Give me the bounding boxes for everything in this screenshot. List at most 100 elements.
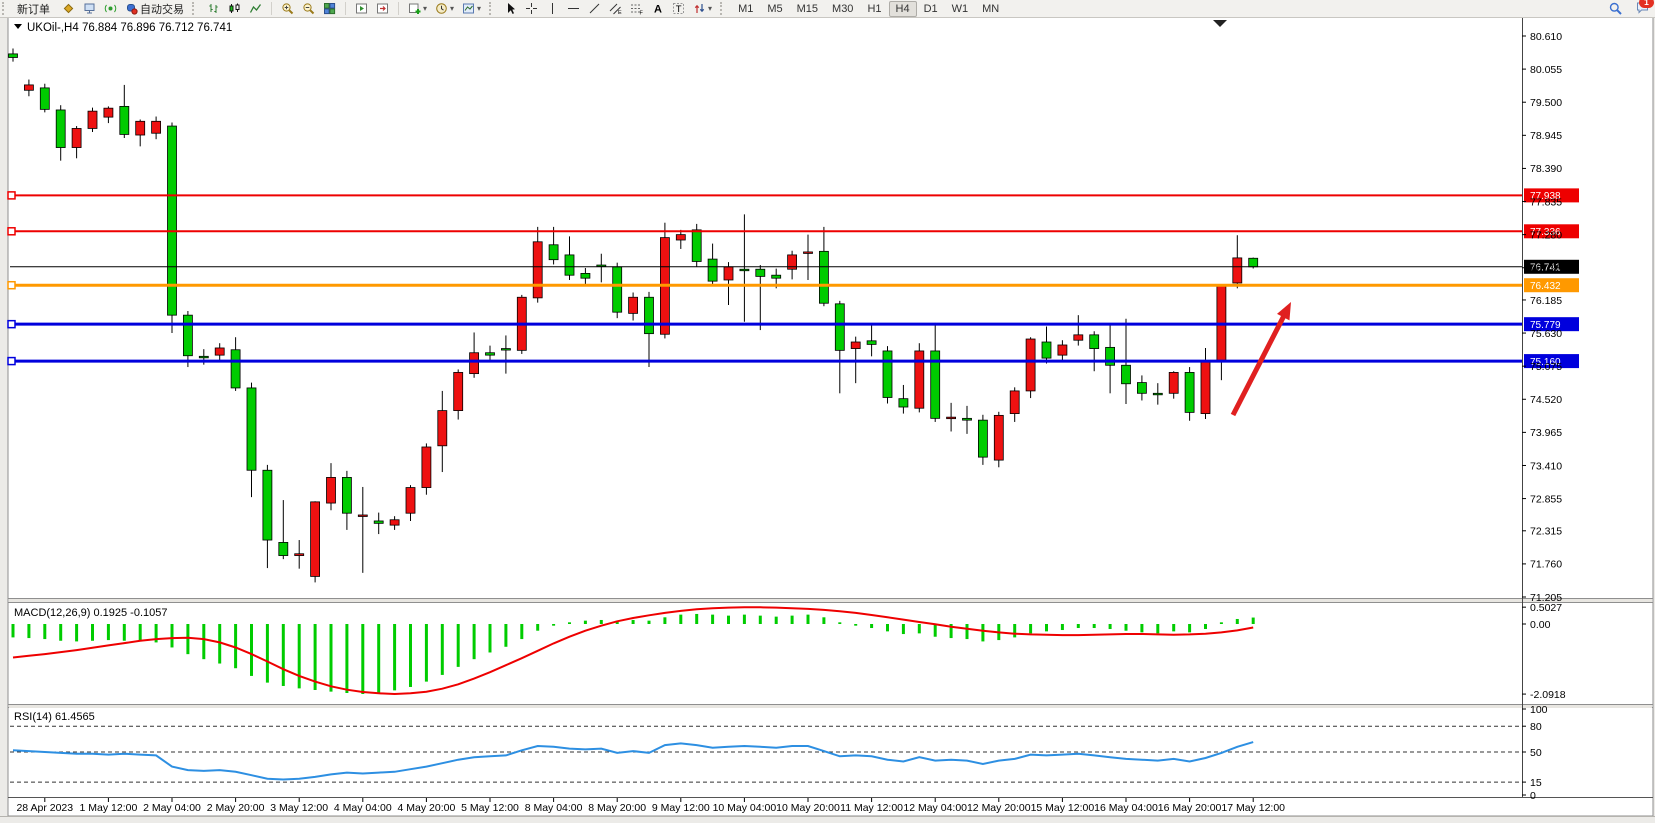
candle bbox=[978, 415, 987, 465]
price-tick-label: 80.610 bbox=[1530, 31, 1562, 43]
time-tick-label: 1 May 12:00 bbox=[80, 802, 138, 814]
signals-icon[interactable] bbox=[100, 0, 121, 17]
chart-title: UKOil-,H4 76.884 76.896 76.712 76.741 bbox=[27, 22, 232, 34]
time-tick-label: 2 May 04:00 bbox=[143, 802, 201, 814]
price-tick-label: 79.500 bbox=[1530, 97, 1562, 109]
price-tick-label: 73.965 bbox=[1530, 427, 1562, 439]
timeframe-w1-button[interactable]: W1 bbox=[945, 1, 976, 17]
terminal-icon[interactable] bbox=[79, 0, 100, 17]
rsi-tick-label: 0 bbox=[1530, 790, 1536, 802]
auto-trading-icon[interactable]: 自动交易 bbox=[121, 0, 188, 19]
price-tick-label: 80.055 bbox=[1530, 64, 1562, 76]
price-tick-label: 78.390 bbox=[1530, 163, 1562, 175]
candle bbox=[883, 346, 892, 403]
time-tick-label: 5 May 12:00 bbox=[461, 802, 519, 814]
candle bbox=[168, 122, 177, 333]
tile-windows-icon[interactable] bbox=[319, 0, 340, 17]
macd-tick-label: 0.00 bbox=[1530, 619, 1551, 631]
timeframe-m5-button[interactable]: M5 bbox=[760, 1, 789, 17]
price-tick-label: 72.315 bbox=[1530, 526, 1562, 538]
macd-label: MACD(12,26,9) 0.1925 -0.1057 bbox=[14, 607, 167, 619]
time-tick-label: 17 May 12:00 bbox=[1221, 802, 1285, 814]
time-tick-label: 8 May 04:00 bbox=[525, 802, 583, 814]
cursor-icon[interactable] bbox=[500, 0, 521, 17]
horizontal-line-icon[interactable] bbox=[563, 0, 584, 17]
candle bbox=[1026, 337, 1035, 398]
price-tick-label: 75.630 bbox=[1530, 328, 1562, 340]
candle bbox=[994, 412, 1003, 467]
chevron-down-icon: ▾ bbox=[423, 5, 427, 13]
candle bbox=[660, 223, 669, 339]
candlestick-icon[interactable] bbox=[224, 0, 245, 17]
timeframe-h1-button[interactable]: H1 bbox=[860, 1, 888, 17]
rsi-tick-label: 15 bbox=[1530, 777, 1542, 789]
time-tick-label: 12 May 20:00 bbox=[967, 802, 1031, 814]
rsi-tick-label: 80 bbox=[1530, 721, 1542, 733]
price-tick-label: 77.835 bbox=[1530, 196, 1562, 208]
timeframe-mn-button[interactable]: MN bbox=[975, 1, 1006, 17]
timeframe-m15-button[interactable]: M15 bbox=[790, 1, 825, 17]
zoom-in-icon[interactable] bbox=[277, 0, 298, 17]
new-order-button[interactable]: 新订单 bbox=[13, 0, 54, 19]
toolbar-grip[interactable] bbox=[489, 2, 496, 15]
rsi-tick-label: 100 bbox=[1530, 704, 1548, 716]
bar-chart-icon[interactable] bbox=[203, 0, 224, 17]
time-tick-label: 4 May 20:00 bbox=[398, 802, 456, 814]
channel-icon[interactable]: E bbox=[605, 0, 626, 17]
arrows-icon[interactable]: ▾ bbox=[689, 0, 716, 17]
price-tick-label: 72.855 bbox=[1530, 493, 1562, 505]
time-tick-label: 11 May 12:00 bbox=[840, 802, 903, 814]
timeframe-d1-button[interactable]: D1 bbox=[917, 1, 945, 17]
panel-splitter[interactable] bbox=[8, 599, 1653, 603]
chevron-down-icon: ▾ bbox=[708, 5, 712, 13]
toolbar-grip[interactable] bbox=[720, 2, 727, 15]
candle bbox=[1185, 367, 1194, 421]
toolbar-grip[interactable] bbox=[2, 2, 9, 15]
chart-area[interactable]: 77.93877.33676.74176.43275.77975.160 0.5… bbox=[0, 0, 1655, 823]
search-icon[interactable] bbox=[1605, 0, 1626, 17]
time-tick-label: 3 May 12:00 bbox=[270, 802, 328, 814]
template-icon[interactable]: ▾ bbox=[458, 0, 485, 17]
time-tick-label: 9 May 12:00 bbox=[652, 802, 710, 814]
toolbar-grip[interactable] bbox=[192, 2, 199, 15]
chat-icon[interactable]: 1 bbox=[1636, 1, 1649, 17]
svg-text:A: A bbox=[654, 4, 662, 16]
candle bbox=[311, 501, 320, 582]
price-tick-label: 75.075 bbox=[1530, 361, 1562, 373]
trendline-icon[interactable] bbox=[584, 0, 605, 17]
timeframe-h4-button[interactable]: H4 bbox=[889, 1, 917, 17]
auto-scroll-icon[interactable] bbox=[372, 0, 393, 17]
crosshair-icon[interactable] bbox=[521, 0, 542, 17]
new-chart-icon[interactable]: ▾ bbox=[404, 0, 431, 17]
label-icon[interactable]: T bbox=[668, 0, 689, 17]
time-tick-label: 10 May 04:00 bbox=[713, 802, 777, 814]
candle bbox=[422, 443, 431, 494]
chevron-down-icon: ▾ bbox=[477, 5, 481, 13]
rsi-tick-label: 50 bbox=[1530, 747, 1542, 759]
chat-badge: 1 bbox=[1639, 0, 1654, 8]
vertical-line-icon[interactable] bbox=[542, 0, 563, 17]
timeframe-m30-button[interactable]: M30 bbox=[825, 1, 860, 17]
market-watch-icon[interactable] bbox=[58, 0, 79, 17]
text-icon[interactable]: A bbox=[647, 0, 668, 17]
price-tick-label: 74.520 bbox=[1530, 394, 1562, 406]
time-tick-label: 16 May 20:00 bbox=[1158, 802, 1222, 814]
zoom-out-icon[interactable] bbox=[298, 0, 319, 17]
terminal-window: 77.93877.33676.74176.43275.77975.160 0.5… bbox=[0, 0, 1655, 823]
chart-shift-icon[interactable] bbox=[351, 0, 372, 17]
time-tick-label: 2 May 20:00 bbox=[207, 802, 265, 814]
svg-text:E: E bbox=[618, 10, 622, 15]
candle bbox=[40, 84, 49, 113]
candle bbox=[88, 108, 97, 132]
panel-splitter[interactable] bbox=[8, 705, 1653, 709]
svg-text:T: T bbox=[676, 4, 682, 15]
fibonacci-icon[interactable]: F bbox=[626, 0, 647, 17]
svg-text:F: F bbox=[640, 11, 644, 16]
time-tick-label: 12 May 04:00 bbox=[903, 802, 967, 814]
timeframe-m1-button[interactable]: M1 bbox=[731, 1, 760, 17]
line-chart-icon[interactable] bbox=[245, 0, 266, 17]
time-tick-label: 4 May 04:00 bbox=[334, 802, 392, 814]
auto-trading-label: 自动交易 bbox=[140, 1, 184, 17]
candle bbox=[613, 263, 622, 318]
periods-clock-icon[interactable]: ▾ bbox=[431, 0, 458, 17]
